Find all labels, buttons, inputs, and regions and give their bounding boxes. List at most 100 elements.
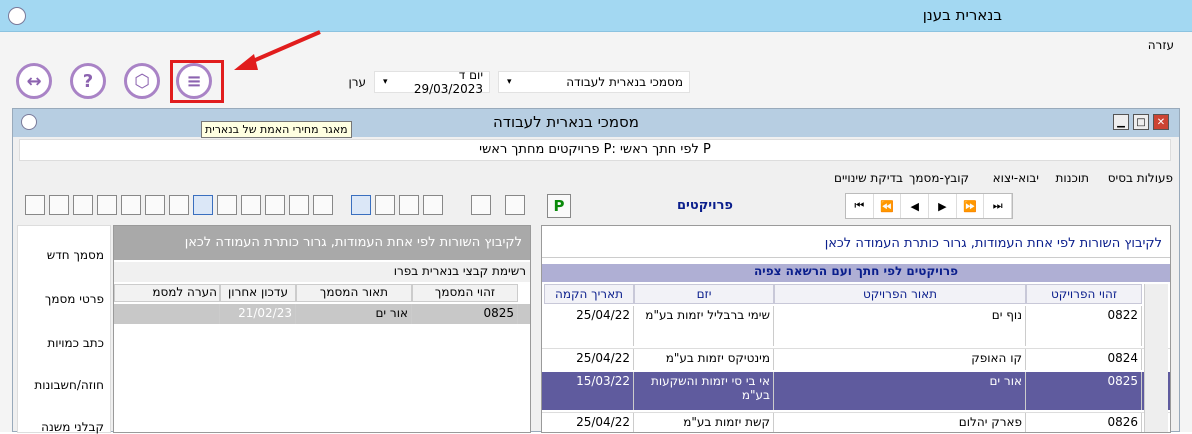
row-id: 0824 bbox=[1026, 349, 1142, 370]
maximize-icon[interactable]: □ bbox=[1133, 114, 1149, 130]
date-value: יום ד 29/03/2023 bbox=[413, 68, 483, 96]
row-desc: קו האופק bbox=[774, 349, 1026, 370]
inner-titlebar: מסמכי בנארית לעבודה ▁ □ ✕ bbox=[13, 109, 1179, 137]
city-label: ערן bbox=[348, 75, 366, 89]
row-id: 0822 bbox=[1026, 306, 1142, 346]
column-header[interactable]: זהוי המסמך bbox=[412, 284, 518, 302]
project-header: פרויקטים מחתך ראשי P: לפי חתך ראשי P bbox=[19, 139, 1171, 161]
swap-icon[interactable]: ↔ bbox=[16, 63, 52, 99]
tab-programs[interactable]: תוכנות bbox=[1056, 171, 1089, 185]
row-date: 25/04/22 bbox=[544, 413, 634, 432]
date-combo[interactable]: ▾ יום ד 29/03/2023 bbox=[374, 68, 490, 96]
row-desc: פארק יהלום bbox=[774, 413, 1026, 432]
table-icon[interactable] bbox=[313, 195, 333, 215]
tab-file-document[interactable]: קובץ-מסמך bbox=[909, 171, 969, 185]
inner-window: מסמכי בנארית לעבודה ▁ □ ✕ מאגר מחירי האמ… bbox=[12, 108, 1180, 434]
table-row[interactable]: 0825 אור ים 21/02/23 bbox=[114, 304, 530, 324]
column-header[interactable]: יזם bbox=[634, 284, 774, 304]
refresh-icon[interactable] bbox=[471, 195, 491, 215]
calc-icon[interactable] bbox=[289, 195, 309, 215]
projects-grid: לקיבוץ השורות לפי אחת העמודות, גרור כותר… bbox=[541, 225, 1171, 433]
row-updated: 21/02/23 bbox=[220, 304, 296, 324]
row-note bbox=[114, 304, 220, 324]
app-logo-icon bbox=[8, 7, 26, 25]
new-file-icon[interactable] bbox=[241, 195, 261, 215]
table-row[interactable]: 0826 פארק יהלום קשת יזמות בע"מ 25/04/22 bbox=[542, 412, 1170, 432]
print-icon[interactable] bbox=[25, 195, 45, 215]
row-dev: קשת יזמות בע"מ bbox=[634, 413, 774, 432]
column-header[interactable]: תאור המסמך bbox=[296, 284, 412, 302]
row-dev: מינטיקס יזמות בע"מ bbox=[634, 349, 774, 370]
tab-basic-actions[interactable]: פעולות בסיס bbox=[1108, 171, 1173, 185]
tab-check-changes[interactable]: בדיקת שינויים bbox=[834, 171, 903, 185]
toolbar bbox=[21, 193, 561, 219]
undo-icon[interactable] bbox=[447, 195, 467, 215]
group-icon[interactable] bbox=[169, 195, 189, 215]
column-header[interactable]: הערה למסמ bbox=[114, 284, 220, 302]
p-button[interactable]: P bbox=[547, 194, 571, 218]
annotation-arrow bbox=[234, 30, 321, 70]
print-preview-icon[interactable] bbox=[49, 195, 69, 215]
document-icon[interactable] bbox=[351, 195, 371, 215]
table-row-selected[interactable]: 0825 אור ים אי בי סי יזמות והשקעות בע"מ … bbox=[542, 372, 1170, 410]
first-record-icon[interactable]: ⏮ bbox=[846, 194, 874, 218]
tree-icon[interactable] bbox=[145, 195, 165, 215]
row-id: 0825 bbox=[412, 304, 518, 324]
row-dev: שימי ברבליל יזמות בע"מ bbox=[634, 306, 774, 346]
table-title: רשימת קבצי בנארית בפרו bbox=[114, 262, 530, 282]
row-desc: נוף ים bbox=[774, 306, 1026, 346]
prev-record-icon[interactable]: ◀ bbox=[901, 194, 930, 218]
app-titlebar: בנארית בענן bbox=[0, 0, 1192, 32]
docs-value: מסמכי בנארית לעבודה bbox=[566, 75, 683, 89]
row-id: 0826 bbox=[1026, 413, 1142, 432]
save-icon[interactable] bbox=[423, 195, 443, 215]
menu-help[interactable]: עזרה bbox=[1148, 38, 1174, 52]
app-title: בנארית בענן bbox=[922, 6, 1002, 24]
group-by-hint: לקיבוץ השורות לפי אחת העמודות, גרור כותר… bbox=[542, 226, 1170, 258]
row-indicator-column bbox=[1144, 284, 1168, 432]
table-row[interactable]: 0822 נוף ים שימי ברבליל יזמות בע"מ 25/04… bbox=[542, 306, 1170, 346]
record-navigator: ⏮ ⏪ ◀ ▶ ⏩ ⏭ bbox=[845, 193, 1013, 219]
last-record-icon[interactable]: ⏭ bbox=[984, 194, 1013, 218]
layout-icon[interactable] bbox=[193, 195, 213, 215]
contracts-invoices-button[interactable]: חוזה/חשבונות bbox=[34, 378, 104, 392]
column-header[interactable]: זהוי הפרויקט bbox=[1026, 284, 1142, 304]
row-date: 15/03/22 bbox=[544, 372, 634, 410]
inner-window-title: מסמכי בנארית לעבודה bbox=[493, 113, 639, 131]
group-by-hint: לקיבוץ השורות לפי אחת העמודות, גרור כותר… bbox=[114, 226, 530, 260]
next-record-icon[interactable]: ▶ bbox=[929, 194, 957, 218]
documents-grid: לקיבוץ השורות לפי אחת העמודות, גרור כותר… bbox=[113, 225, 531, 433]
table-row[interactable]: 0824 קו האופק מינטיקס יזמות בע"מ 25/04/2… bbox=[542, 348, 1170, 370]
export-icon[interactable] bbox=[73, 195, 93, 215]
docs-icon[interactable] bbox=[375, 195, 395, 215]
docs-combo[interactable]: ▾ מסמכי בנארית לעבודה bbox=[498, 71, 690, 93]
next-page-icon[interactable]: ⏩ bbox=[957, 194, 985, 218]
minimize-icon[interactable]: ▁ bbox=[1113, 114, 1129, 130]
window-logo-icon bbox=[21, 114, 37, 130]
close-icon[interactable]: ✕ bbox=[1153, 114, 1169, 130]
bill-of-quantities-button[interactable]: כתב כמויות bbox=[47, 336, 104, 350]
column-header[interactable]: עדכון אחרון bbox=[220, 284, 296, 302]
tab-import-export[interactable]: יבוא-יצוא bbox=[993, 171, 1039, 185]
card-icon[interactable] bbox=[265, 195, 285, 215]
columns-icon[interactable] bbox=[121, 195, 141, 215]
row-dev: אי בי סי יזמות והשקעות בע"מ bbox=[634, 372, 774, 410]
row-desc: אור ים bbox=[296, 304, 412, 324]
new-document-button[interactable]: מסמך חדש bbox=[47, 248, 104, 262]
tooltip: מאגר מחירי האמת של בנארית bbox=[201, 121, 352, 138]
row-date: 25/04/22 bbox=[544, 349, 634, 370]
column-header[interactable]: תאריך הקמה bbox=[544, 284, 634, 304]
excel-icon[interactable] bbox=[97, 195, 117, 215]
help-icon[interactable]: ? bbox=[70, 63, 106, 99]
package-icon[interactable]: ⬡ bbox=[124, 63, 160, 99]
table-title: פרויקטים לפי חתך ועם הרשאה צפיה bbox=[542, 264, 1170, 282]
prev-page-icon[interactable]: ⏪ bbox=[874, 194, 902, 218]
search-icon[interactable] bbox=[505, 195, 525, 215]
add-doc-icon[interactable] bbox=[399, 195, 419, 215]
document-details-button[interactable]: פרטי מסמך bbox=[45, 292, 104, 306]
column-header[interactable]: תאור הפרויקט bbox=[774, 284, 1026, 304]
sidebar: מסמך חדש פרטי מסמך כתב כמויות חוזה/חשבונ… bbox=[17, 225, 111, 434]
row-id: 0825 bbox=[1026, 372, 1142, 410]
copy-icon[interactable] bbox=[217, 195, 237, 215]
row-desc: אור ים bbox=[774, 372, 1026, 410]
